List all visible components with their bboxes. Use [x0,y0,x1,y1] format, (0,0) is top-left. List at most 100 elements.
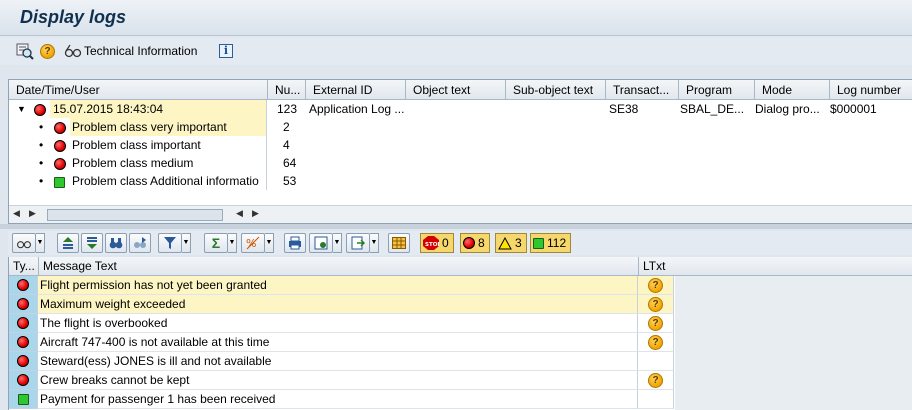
message-text: Flight permission has not yet been grant… [38,276,638,295]
red-light-icon [9,295,38,314]
print-preview-button[interactable] [284,233,306,253]
long-text-button[interactable]: ? [638,333,674,352]
svg-text:STOP: STOP [425,242,439,248]
red-light-icon [9,352,38,371]
sort-descending-button[interactable] [81,233,103,253]
dropdown-arrow-icon[interactable]: ▼ [370,233,379,253]
column-header-transaction[interactable]: Transact... [605,80,678,100]
collapse-arrow-icon[interactable]: ▼ [17,100,26,118]
magnifier-details-icon [16,43,34,60]
column-header-mode[interactable]: Mode [754,80,829,100]
find-next-icon [134,237,146,248]
tree-row-problem-class[interactable]: • Problem class important 4 [9,136,912,154]
technical-information-label: Technical Information [84,44,198,58]
glasses-icon [17,241,31,249]
question-icon: ? [40,43,55,59]
column-header-external-id[interactable]: External ID [305,80,405,100]
tree-row-problem-class[interactable]: • Problem class Additional informatio 53 [9,172,912,190]
horizontal-scrollbar[interactable]: ◀ ▶ ◀ ▶ [9,205,912,223]
success-count: 112 [547,236,567,250]
find-next-button[interactable] [129,233,151,253]
column-header-object-text[interactable]: Object text [405,80,505,100]
layout-button[interactable] [388,233,410,253]
long-text-button[interactable]: ? [638,371,674,390]
column-header-type[interactable]: Ty... [9,257,38,276]
problem-class-label: Problem class Additional informatio [72,174,259,188]
log-number: $000001 [830,102,877,116]
stop-filter-button[interactable]: STOP 0 [420,233,454,253]
log-number-count: 123 [277,102,298,116]
export-icon [351,236,365,250]
help-button[interactable]: ? [40,42,55,60]
column-header-log-number[interactable]: Log number [829,80,912,100]
error-count: 8 [478,236,485,250]
printer-icon [289,236,301,250]
column-header-ltxt[interactable]: LTxt [638,257,675,276]
green-light-icon [9,390,38,409]
warning-count: 3 [515,236,522,250]
column-header-subobject-text[interactable]: Sub-object text [505,80,605,100]
question-icon: ? [648,334,663,350]
message-text: Maximum weight exceeded [38,295,638,314]
subtotal-button[interactable]: % [241,233,265,253]
long-text-button[interactable]: ? [638,314,674,333]
dropdown-arrow-icon[interactable]: ▼ [228,233,237,253]
warning-triangle-icon [498,236,512,249]
sort-ascending-button[interactable] [57,233,79,253]
column-header-datetime[interactable]: Date/Time/User [9,80,267,100]
message-grid: Ty... Message Text LTxt Flight permissio… [8,257,912,410]
tree-row-problem-class[interactable]: • Problem class very important 2 [9,118,912,136]
error-filter-button[interactable]: 8 [460,233,490,253]
filter-button[interactable] [158,233,182,253]
binoculars-icon [109,238,123,249]
scroll-left-icon[interactable]: ◀ [236,208,243,219]
scroll-thumb[interactable] [47,209,223,221]
dropdown-arrow-icon[interactable]: ▼ [182,233,191,253]
warning-filter-button[interactable]: 3 [495,233,527,253]
total-button[interactable]: Σ [204,233,228,253]
question-icon: ? [648,372,663,388]
scroll-right-icon[interactable]: ▶ [252,208,259,219]
dropdown-arrow-icon[interactable]: ▼ [333,233,342,253]
grid-layout-icon [392,237,406,249]
tree-header: Date/Time/User Nu... External ID Object … [9,80,912,100]
stop-sign-icon: STOP [423,236,439,250]
scroll-right-icon[interactable]: ▶ [29,208,36,219]
details-button[interactable] [16,42,34,60]
message-text: Aircraft 747-400 is not available at thi… [38,333,638,352]
red-light-icon [9,314,38,333]
red-light-icon [9,276,38,295]
scroll-left-icon[interactable]: ◀ [13,208,20,219]
problem-class-label: Problem class very important [70,118,266,136]
views-button[interactable] [309,233,333,253]
dropdown-arrow-icon[interactable]: ▼ [36,233,45,253]
info-button[interactable]: i [219,42,233,60]
column-header-number[interactable]: Nu... [267,80,305,100]
column-header-program[interactable]: Program [678,80,754,100]
technical-information-button[interactable]: Technical Information [64,42,197,60]
export-button[interactable] [346,233,370,253]
log-object-text [409,100,504,118]
technical-info-button[interactable] [12,233,36,253]
find-button[interactable] [105,233,127,253]
dropdown-arrow-icon[interactable]: ▼ [265,233,274,253]
red-light-icon [463,237,475,249]
problem-class-count: 64 [283,156,297,170]
success-filter-button[interactable]: 112 [530,233,572,253]
long-text-cell [638,352,674,371]
bullet: • [39,138,44,152]
column-header-message-text[interactable]: Message Text [38,257,638,276]
long-text-button[interactable]: ? [638,295,674,314]
message-text: Payment for passenger 1 has been receive… [38,390,638,409]
filter-icon [164,237,176,249]
tree-row-log[interactable]: ▼ 15.07.2015 18:43:04 123 Application Lo… [9,100,912,118]
stop-count: 0 [442,236,449,250]
page-title: Display logs [20,7,127,27]
sort-descending-icon [87,237,97,249]
panel-splitter[interactable] [0,224,912,229]
problem-class-label: Problem class medium [72,156,194,170]
tree-row-problem-class[interactable]: • Problem class medium 64 [9,154,912,172]
long-text-button[interactable]: ? [638,276,674,295]
views-icon [314,236,328,250]
bullet: • [39,174,44,188]
